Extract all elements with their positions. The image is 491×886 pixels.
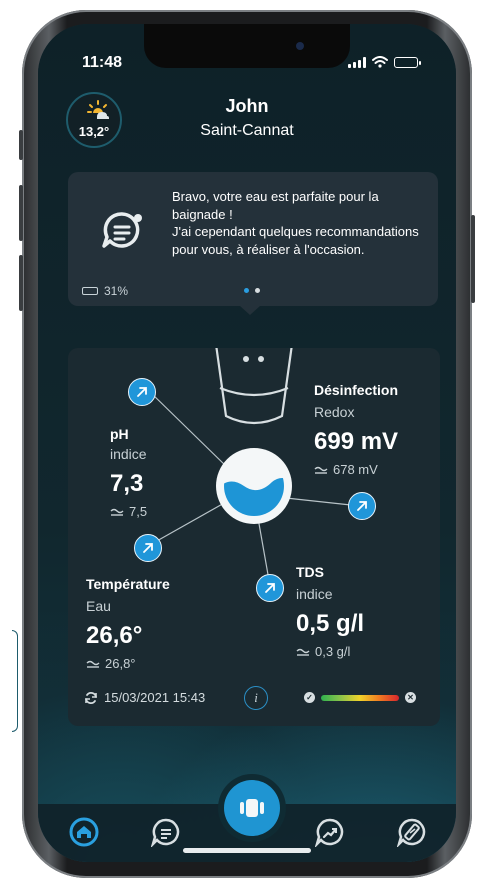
disinfection-reference: 678 mV (314, 462, 378, 477)
temperature-value: 26,6° (86, 622, 143, 649)
water-icon (216, 448, 292, 524)
device-eye (243, 356, 249, 362)
tds-detail-button[interactable] (256, 574, 284, 602)
disinfection-title: Désinfection (314, 382, 399, 398)
signal-icon (348, 56, 366, 68)
last-update[interactable]: 15/03/2021 15:43 (84, 690, 205, 705)
nav-trends[interactable] (314, 816, 346, 848)
message-line-1: Bravo, votre eau est parfaite pour la ba… (172, 189, 379, 222)
status-icons (348, 56, 421, 68)
ph-detail-button[interactable] (128, 378, 156, 406)
wave-approx-icon (296, 648, 310, 656)
mute-switch (19, 130, 23, 160)
app-screen: 11:48 13,2° John Saint-Cannat Bravo, vot… (38, 24, 456, 862)
nav-tests[interactable] (396, 816, 428, 848)
disinfection-value: 699 mV (314, 428, 399, 455)
message-line-2: J'ai cependant quelques recommandations … (172, 224, 419, 257)
cross-icon: ✕ (405, 692, 416, 703)
disinfection-subtitle: Redox (314, 404, 355, 420)
nav-messages[interactable] (150, 816, 182, 848)
arrow-up-right-icon (137, 387, 147, 397)
ph-reference-value: 7,5 (129, 504, 148, 519)
device-button[interactable] (224, 780, 280, 836)
temperature-title: Température (86, 576, 170, 592)
arrow-up-right-icon (265, 583, 275, 593)
status-time: 11:48 (82, 54, 123, 71)
quality-gradient-bar (321, 694, 399, 701)
volume-up-button (19, 185, 23, 241)
user-city: Saint-Cannat (200, 122, 294, 139)
battery-low-icon (82, 287, 98, 295)
volume-down-button (19, 255, 23, 311)
front-camera (296, 42, 304, 50)
temperature-subtitle: Eau (86, 598, 111, 614)
device-eye (258, 356, 264, 362)
check-icon: ✓ (304, 692, 315, 703)
wave-approx-icon (110, 508, 124, 516)
tds-reference: 0,3 g/l (296, 644, 350, 659)
info-button[interactable]: i (244, 686, 268, 710)
ph-value: 7,3 (110, 470, 144, 497)
arrow-up-right-icon (143, 543, 153, 553)
disinfection-detail-button[interactable] (348, 492, 376, 520)
tds-title: TDS (296, 564, 324, 580)
ph-title: pH (110, 426, 129, 442)
quality-scale: ✓ ✕ (304, 692, 416, 703)
wave-approx-icon (86, 660, 100, 668)
temperature-reference-value: 26,8° (105, 656, 136, 671)
refresh-icon[interactable] (84, 691, 98, 705)
wifi-icon (372, 56, 388, 68)
sensor-battery-level: 31% (104, 284, 129, 298)
temperature-detail-button[interactable] (134, 534, 162, 562)
test-strip-icon (397, 818, 426, 847)
power-button (471, 215, 475, 303)
temperature-reference: 26,8° (86, 656, 136, 671)
notch (144, 24, 350, 68)
home-icon (69, 817, 99, 847)
wave-approx-icon (314, 466, 328, 474)
tds-reference-value: 0,3 g/l (315, 644, 351, 659)
sensor-battery: 31% (82, 284, 128, 298)
device-icon (240, 799, 264, 817)
carousel-dot[interactable] (244, 288, 249, 293)
ph-subtitle: indice (110, 446, 147, 462)
carousel-dot[interactable] (255, 288, 260, 293)
last-update-date: 15/03/2021 15:43 (104, 690, 206, 705)
chat-icon (151, 818, 180, 847)
side-panel-handle[interactable] (12, 630, 18, 732)
measures-card: Désinfection Redox 699 mV 678 mV pH indi… (68, 348, 440, 726)
nav-home[interactable] (68, 816, 100, 848)
trend-icon (315, 818, 344, 847)
ph-reference: 7,5 (110, 504, 147, 519)
tds-value: 0,5 g/l (296, 610, 365, 637)
disinfection-reference-value: 678 mV (333, 462, 378, 477)
tds-subtitle: indice (296, 586, 333, 602)
user-name: John (225, 96, 269, 116)
arrow-up-right-icon (357, 501, 367, 511)
battery-icon (394, 56, 421, 68)
chat-bubble-icon (102, 212, 142, 248)
device-outline-icon (215, 348, 293, 425)
home-indicator[interactable] (183, 848, 311, 853)
carousel-dots[interactable] (244, 288, 260, 293)
assistant-message-card[interactable]: Bravo, votre eau est parfaite pour la ba… (68, 172, 438, 315)
message-text: Bravo, votre eau est parfaite pour la ba… (172, 188, 424, 258)
